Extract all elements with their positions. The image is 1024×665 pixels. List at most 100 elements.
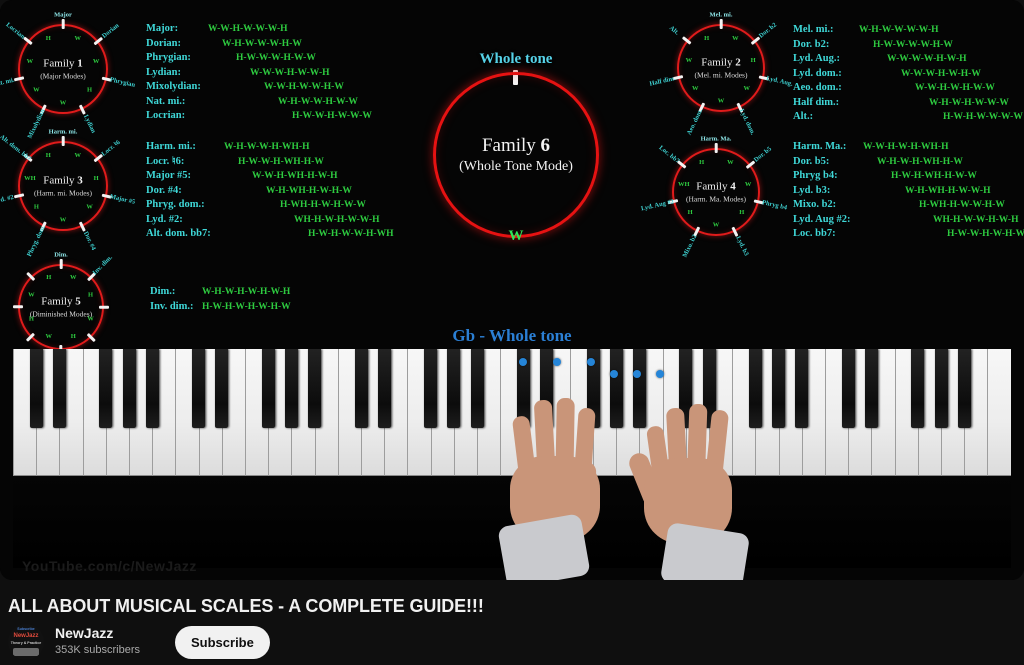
- channel-avatar[interactable]: Subscribe NewJazz Theory & Practice: [8, 624, 44, 660]
- scale-note-dot: [633, 370, 641, 378]
- circle-mode-label: Aeo. dom.: [685, 107, 705, 137]
- circle-step-label: W: [691, 85, 699, 93]
- scale-note-dot: [519, 358, 527, 366]
- circle-step-label: W: [727, 158, 734, 166]
- piano-black-key[interactable]: [145, 349, 159, 428]
- avatar-line-2: NewJazz: [13, 633, 39, 639]
- whole-tone-step: W: [508, 228, 524, 244]
- circle-step-label: H: [739, 209, 745, 217]
- piano-black-key[interactable]: [261, 349, 275, 428]
- family-3-mode-table: Harm. mi.: W-H-W-W-H-WH-H Locr. ♮6: H-W-W-H…: [146, 141, 393, 244]
- circle-step-label: W: [732, 34, 739, 42]
- piano-black-key[interactable]: [284, 349, 298, 428]
- mode-row: Dim.: W-H-W-H-W-H-W-H: [150, 286, 291, 302]
- mode-row: Major #5: W-W-H-WH-H-W-H: [146, 170, 393, 186]
- piano-black-key[interactable]: [29, 349, 43, 428]
- piano-black-key[interactable]: [911, 349, 925, 428]
- mode-name: Mel. mi.:: [793, 24, 834, 35]
- mode-row: Lyd. dom.: W-W-W-H-W-H-W: [793, 68, 1023, 84]
- piano-black-key[interactable]: [772, 349, 786, 428]
- circle-step-label: H: [45, 151, 51, 159]
- subscribe-button[interactable]: Subscribe: [175, 625, 270, 659]
- mode-name: Lyd. #2:: [146, 213, 183, 225]
- circle-step-label: W: [743, 85, 751, 93]
- mode-name: Aeo. dom.:: [793, 82, 842, 93]
- circle-mode-label: Loc. bb7: [657, 144, 681, 165]
- circle-mode-label: Lyd. #2: [0, 193, 15, 206]
- piano-black-key[interactable]: [122, 349, 136, 428]
- mode-formula: W-W-H-W-H-W-W: [915, 83, 995, 93]
- video-meta-section: ALL ABOUT MUSICAL SCALES - A COMPLETE GU…: [0, 580, 1024, 665]
- piano-black-key[interactable]: [447, 349, 461, 428]
- circle-tick: [61, 19, 65, 29]
- family-2-mode-table: Mel. mi.: W-H-W-W-W-W-H Dor. b2: H-W-W-W-W-…: [793, 24, 1023, 127]
- piano-black-key[interactable]: [424, 349, 438, 428]
- circle-step-label: H: [45, 34, 51, 42]
- mode-formula: W-W-H-W-H-WH-H: [863, 142, 949, 152]
- circle-tick: [13, 305, 23, 309]
- piano-black-key[interactable]: [52, 349, 66, 428]
- piano-black-key[interactable]: [354, 349, 368, 428]
- mode-row: Lyd. Aug #2: WH-H-W-W-H-W-H: [793, 214, 1024, 230]
- family-5-mode-table: Dim.: W-H-W-H-W-H-W-H Inv. dim.: H-W-H-W-H-…: [150, 286, 291, 316]
- piano-black-key[interactable]: [377, 349, 391, 428]
- family-6-center-text: Family 6 (Whole Tone Mode): [436, 135, 596, 175]
- mode-row: Lyd. b3: W-H-WH-H-W-W-H: [793, 185, 1024, 201]
- channel-name[interactable]: NewJazz: [55, 625, 140, 642]
- whole-tone-label: Whole tone: [479, 51, 553, 67]
- piano-black-key[interactable]: [308, 349, 322, 428]
- piano-black-key[interactable]: [795, 349, 809, 428]
- mode-name: Phryg b4:: [793, 170, 838, 181]
- family-6-subtitle: (Whole Tone Mode): [459, 159, 573, 174]
- piano-black-key[interactable]: [841, 349, 855, 428]
- mode-formula: WH-H-W-H-W-W-H: [294, 214, 380, 225]
- mode-name: Locrian:: [146, 110, 186, 121]
- family-2-title: Family: [701, 56, 736, 69]
- family-4-subtitle: (Harm. Ma. Modes): [686, 194, 746, 204]
- mode-formula: W-W-H-W-W-H-W: [264, 82, 344, 92]
- circle-mode-label: Alt. dom. bb7: [0, 133, 33, 163]
- circle-mode-label: Lyd. Aug #2: [640, 198, 675, 213]
- family-6-title: Family: [481, 135, 541, 156]
- circle-mode-label: Dim.: [54, 251, 68, 259]
- mode-name: Lyd. Aug.:: [793, 53, 840, 64]
- piano-black-key[interactable]: [192, 349, 206, 428]
- mode-row: Phryg b4: H-W-H-WH-H-W-W: [793, 170, 1024, 186]
- mode-name: Harm. Ma.:: [793, 141, 847, 152]
- mode-formula: W-H-W-H-W-W-W: [929, 97, 1009, 108]
- circle-tick: [59, 259, 63, 269]
- piano-black-key[interactable]: [215, 349, 229, 428]
- circle-mode-label: Dorian: [100, 22, 121, 40]
- mode-formula: W-H-W-W-W-H-W: [222, 38, 302, 49]
- mode-formula: W-H-W-W-H-WH-H: [224, 142, 310, 152]
- mode-name: Mixo. b2:: [793, 199, 837, 210]
- family-6-number: 6: [540, 135, 551, 156]
- piano-black-key[interactable]: [864, 349, 878, 428]
- mode-formula: W-W-W-W-H-W-H: [887, 54, 967, 64]
- piano-black-key[interactable]: [470, 349, 484, 428]
- circle-step-label: W: [28, 291, 35, 299]
- mode-name: Inv. dim.:: [150, 300, 194, 312]
- mode-row: Lyd. Aug.: W-W-W-W-H-W-H: [793, 53, 1023, 69]
- mode-formula: W-H-W-W-H-W-W: [278, 96, 358, 107]
- subscriber-count: 353K subscribers: [55, 644, 140, 657]
- circle-step-label: W: [69, 273, 77, 281]
- circle-step-label: W: [59, 99, 67, 107]
- piano-black-key[interactable]: [99, 349, 113, 428]
- avatar-piano-graphic: [13, 648, 39, 656]
- piano-white-key[interactable]: [987, 349, 1011, 476]
- youtube-watch-page: Family 1 (Major Modes) W Major W Dorian H Phr…: [0, 0, 1024, 665]
- mode-name: Nat. mi.:: [146, 95, 186, 107]
- video-player[interactable]: Family 1 (Major Modes) W Major W Dorian H Phr…: [0, 0, 1024, 580]
- family-3-subtitle: (Harm. mi. Modes): [34, 188, 92, 198]
- video-frame: Family 1 (Major Modes) W Major W Dorian H Phr…: [0, 0, 1024, 580]
- mode-formula: W-H-W-W-W-W-H: [859, 25, 939, 35]
- mode-name: Loc. bb7:: [793, 228, 836, 239]
- mode-name: Phryg. dom.:: [146, 199, 205, 210]
- mode-row: Half dim.: W-H-W-H-W-W-W: [793, 97, 1023, 113]
- piano-black-key[interactable]: [934, 349, 948, 428]
- mode-row: Locr. ♮6: H-W-W-H-WH-H-W: [146, 156, 393, 172]
- circle-mode-label: Mixo. b2: [681, 233, 699, 259]
- mode-name: Dor. b5:: [793, 155, 830, 167]
- piano-black-key[interactable]: [957, 349, 971, 428]
